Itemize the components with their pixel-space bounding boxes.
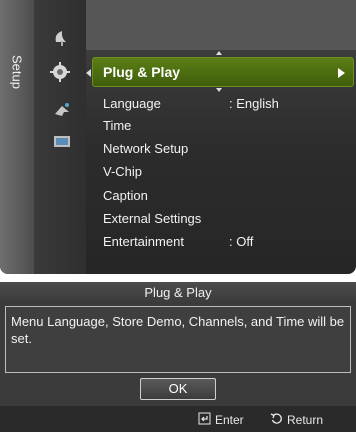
enter-icon <box>198 412 211 428</box>
menu-item-time[interactable]: Time <box>103 116 343 136</box>
dialog-title: Plug & Play <box>0 282 356 304</box>
menu-item-label: Caption <box>103 188 148 203</box>
dialog-message-box: Menu Language, Store Demo, Channels, and… <box>5 306 351 373</box>
enter-hint: Enter <box>198 412 244 428</box>
menu-item-entertainment[interactable]: Entertainment : Off <box>103 232 343 252</box>
return-icon <box>270 412 283 428</box>
return-hint: Return <box>270 412 323 428</box>
menu-item-network-setup[interactable]: Network Setup <box>103 139 343 159</box>
dialog-footer: Enter Return <box>0 406 356 432</box>
ok-button[interactable]: OK <box>140 378 216 400</box>
dialog-message: Menu Language, Store Demo, Channels, and… <box>11 314 345 346</box>
menu-item-label: Entertainment <box>103 234 184 249</box>
plug-and-play-dialog: Plug & Play Menu Language, Store Demo, C… <box>0 282 356 432</box>
scroll-up-icon <box>216 51 222 55</box>
input-icon[interactable] <box>52 132 72 152</box>
enter-label: Enter <box>215 413 244 427</box>
menu-item-label: Time <box>103 118 132 133</box>
chevron-right-icon <box>338 68 345 78</box>
menu-item-language[interactable]: Language : English <box>103 94 343 114</box>
setup-menu-panel: Setup Plug & Play Language : English Tim… <box>0 0 356 274</box>
side-tab-label: Setup <box>9 55 25 89</box>
selection-pointer-icon <box>86 69 91 77</box>
menu-top-bar <box>86 0 356 50</box>
menu-item-value: : English <box>229 96 279 111</box>
gear-icon[interactable] <box>50 62 70 82</box>
menu-item-label: External Settings <box>103 211 202 226</box>
menu-item-external-settings[interactable]: External Settings <box>103 209 343 229</box>
menu-item-caption[interactable]: Caption <box>103 186 343 206</box>
menu-item-label: V-Chip <box>103 164 143 179</box>
menu-item-label: Language <box>103 96 161 111</box>
menu-item-value: : Off <box>229 234 254 249</box>
scroll-down-icon <box>216 88 222 92</box>
menu-item-plug-and-play[interactable]: Plug & Play <box>92 57 354 87</box>
side-tab: Setup <box>0 0 34 274</box>
menu-item-v-chip[interactable]: V-Chip <box>103 162 343 182</box>
menu-item-label: Network Setup <box>103 141 189 156</box>
network-icon[interactable] <box>52 100 72 120</box>
return-label: Return <box>287 413 324 427</box>
selected-item-label: Plug & Play <box>103 64 181 80</box>
satellite-dish-icon[interactable] <box>52 28 72 48</box>
